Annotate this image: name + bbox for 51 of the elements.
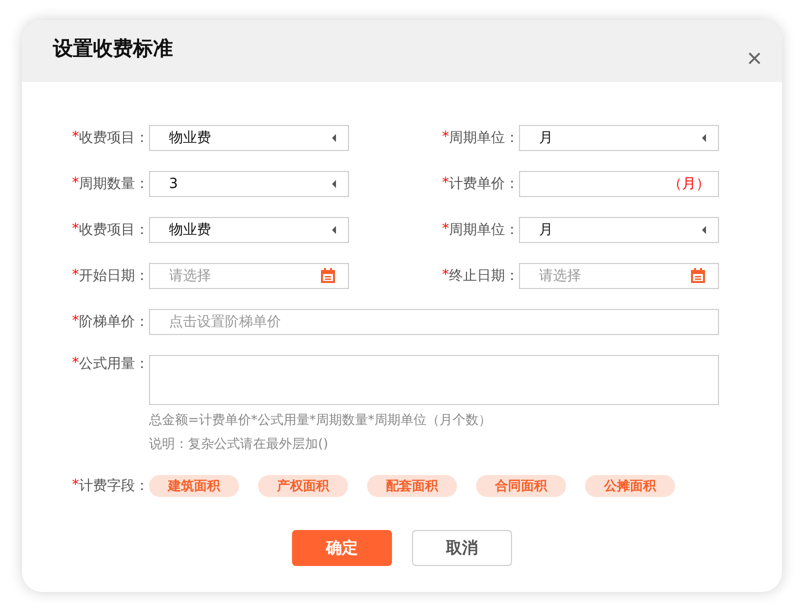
required-mark: * [442,221,449,239]
close-button[interactable]: × [742,45,766,71]
required-mark: * [72,477,79,495]
hint-text: 总金额=计费单价*公式用量*周期数量*周期单位（月个数） [149,412,492,430]
select-field[interactable]: 3 [149,171,349,197]
required-mark: * [72,355,79,373]
field-label: 开始日期： [79,267,149,285]
required-mark: * [442,129,449,147]
required-mark: * [442,267,449,285]
hint-text: 说明：复杂公式请在最外层加() [149,436,330,454]
field-tag[interactable]: 建筑面积 [149,475,239,497]
caret-icon [702,226,706,234]
required-mark: * [72,175,79,193]
date-field[interactable]: 请选择 [519,263,719,289]
unit-suffix: （月） [668,175,710,193]
calendar-icon [690,268,706,284]
required-mark: * [72,129,79,147]
caret-icon [332,134,336,142]
required-mark: * [442,175,449,193]
formula-input[interactable] [149,355,719,405]
required-mark: * [72,313,79,331]
field-label: 周期单位： [449,221,519,239]
select-field[interactable]: 月 [519,125,719,151]
field-tag[interactable]: 产权面积 [258,475,348,497]
select-field[interactable]: 物业费 [149,125,349,151]
caret-icon [702,134,706,142]
field-tag[interactable]: 公摊面积 [585,475,675,497]
confirm-button[interactable]: 确定 [292,530,392,566]
field-label: 收费项目： [79,221,149,239]
field-label: 公式用量： [79,355,149,373]
field-tag[interactable]: 合同面积 [476,475,566,497]
caret-icon [332,180,336,188]
date-field[interactable]: 请选择 [149,263,349,289]
calendar-icon [320,268,336,284]
cancel-button[interactable]: 取消 [412,530,512,566]
select-field[interactable]: 物业费 [149,217,349,243]
field-label: 计费单价： [449,175,519,193]
field-tag[interactable]: 配套面积 [367,475,457,497]
caret-icon [332,226,336,234]
select-field[interactable]: 月 [519,217,719,243]
price-input[interactable]: （月） [519,171,719,197]
field-label: 周期单位： [449,129,519,147]
field-label: 终止日期： [449,267,519,285]
field-label: 收费项目： [79,129,149,147]
field-label: 阶梯单价： [79,313,149,331]
field-label: 计费字段： [79,477,149,495]
tier-price-field[interactable]: 点击设置阶梯单价 [149,309,719,335]
dialog-title: 设置收费标准 [53,34,173,62]
required-mark: * [72,267,79,285]
required-mark: * [72,221,79,239]
field-label: 周期数量： [79,175,149,193]
